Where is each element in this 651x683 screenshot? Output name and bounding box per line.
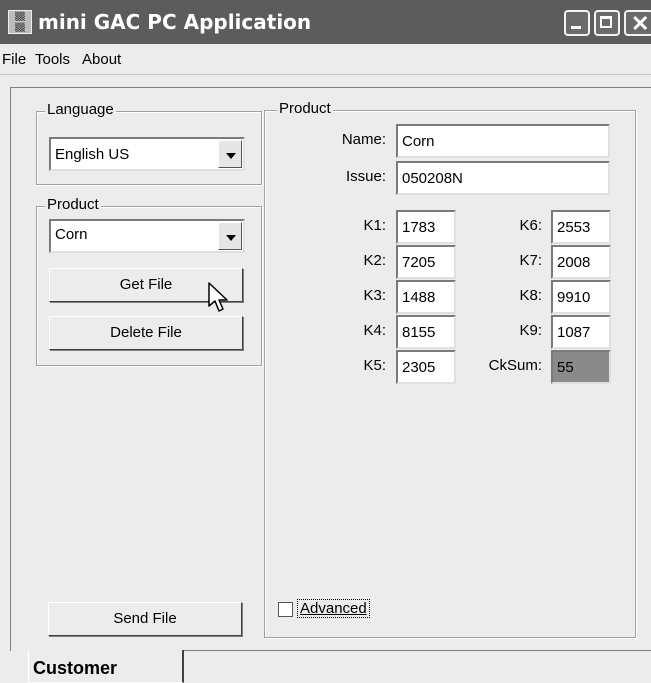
mouse-pointer-icon <box>208 282 228 312</box>
send-file-button[interactable]: Send File <box>48 602 242 636</box>
k5-label: K5: <box>363 357 386 374</box>
k4-label: K4: <box>363 322 386 339</box>
product-select-value: Corn <box>55 226 88 243</box>
menu-bar: File Tools About <box>0 44 651 75</box>
advanced-label[interactable]: Advanced <box>297 599 370 618</box>
k3-field[interactable]: 1488 <box>396 280 456 314</box>
app-icon[interactable]: ▒▒ ▒▒ <box>8 10 32 34</box>
menu-tools[interactable]: Tools <box>35 51 70 68</box>
k6-label: K6: <box>519 217 542 234</box>
language-group-label: Language <box>45 101 116 118</box>
k2-label: K2: <box>363 252 386 269</box>
product-group-label: Product <box>45 196 101 213</box>
k8-field[interactable]: 9910 <box>551 280 611 314</box>
k2-field[interactable]: 7205 <box>396 245 456 279</box>
issue-field[interactable]: 050208N <box>396 161 610 195</box>
language-select[interactable]: English US <box>49 137 245 171</box>
language-dropdown-button[interactable] <box>218 140 242 168</box>
minimize-button[interactable] <box>564 10 590 36</box>
menu-file[interactable]: File <box>2 51 26 68</box>
chevron-down-icon <box>226 235 236 241</box>
checksum-label: CkSum: <box>488 357 542 374</box>
name-label: Name: <box>341 131 386 148</box>
close-button[interactable]: ✕ <box>624 10 651 36</box>
k3-label: K3: <box>363 287 386 304</box>
title-bar[interactable]: ▒▒ ▒▒ mini GAC PC Application ✕ <box>0 0 651 44</box>
tab-customer[interactable]: Customer <box>28 650 184 683</box>
k4-field[interactable]: 8155 <box>396 315 456 349</box>
product-dropdown-button[interactable] <box>218 222 242 250</box>
menu-about[interactable]: About <box>82 51 121 68</box>
window-title: mini GAC PC Application <box>38 10 312 34</box>
language-select-value: English US <box>55 146 130 163</box>
k7-field[interactable]: 2008 <box>551 245 611 279</box>
advanced-checkbox[interactable] <box>278 602 293 617</box>
k8-label: K8: <box>519 287 542 304</box>
delete-file-button[interactable]: Delete File <box>49 316 243 350</box>
k1-label: K1: <box>363 217 386 234</box>
tab-customer-label: Customer <box>33 658 118 678</box>
k7-label: K7: <box>519 252 542 269</box>
language-group: Language English US <box>36 101 262 185</box>
tab-strip-line <box>184 650 651 651</box>
k9-label: K9: <box>519 322 542 339</box>
issue-label: Issue: <box>345 168 386 185</box>
name-field[interactable]: Corn <box>396 124 610 158</box>
product-details-label: Product <box>277 100 333 117</box>
k9-field[interactable]: 1087 <box>551 315 611 349</box>
checksum-field: 55 <box>551 350 611 384</box>
k1-field[interactable]: 1783 <box>396 210 456 244</box>
chevron-down-icon <box>226 153 236 159</box>
close-icon: ✕ <box>631 11 650 36</box>
maximize-button[interactable] <box>594 10 620 36</box>
k5-field[interactable]: 2305 <box>396 350 456 384</box>
k6-field[interactable]: 2553 <box>551 210 611 244</box>
product-select[interactable]: Corn <box>49 219 245 253</box>
